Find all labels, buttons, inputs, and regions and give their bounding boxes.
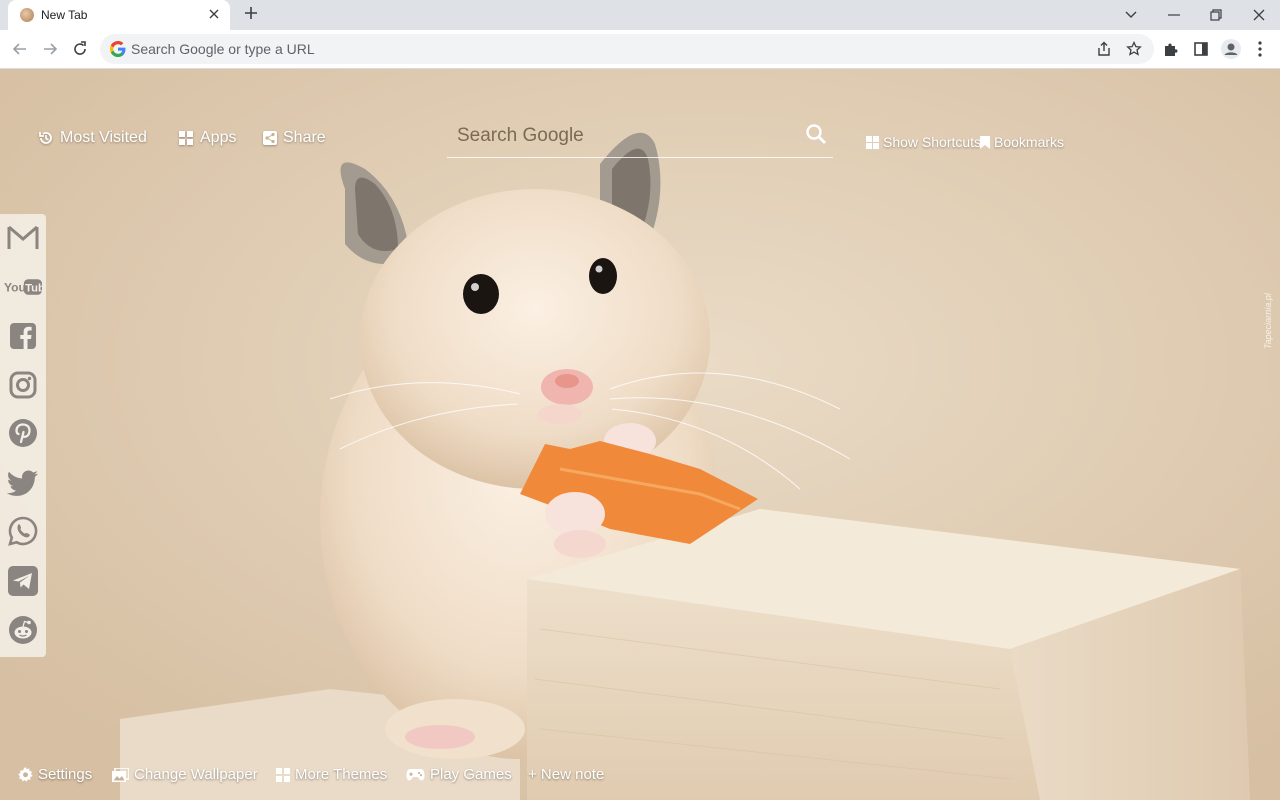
new-tab-button[interactable]	[240, 3, 262, 25]
change-wallpaper-label: Change Wallpaper	[134, 766, 258, 783]
gmail-icon[interactable]	[4, 219, 42, 257]
youtube-icon[interactable]: YouTube	[4, 268, 42, 306]
reload-icon[interactable]	[66, 35, 94, 63]
forward-icon[interactable]	[36, 35, 64, 63]
shortcuts-grid-icon	[866, 135, 879, 149]
omnibox-input[interactable]	[131, 34, 1031, 64]
share-icon	[263, 131, 277, 145]
tab-strip: New Tab	[0, 0, 1280, 30]
show-shortcuts-label: Show Shortcuts	[883, 134, 982, 150]
profile-avatar-icon[interactable]	[1217, 35, 1245, 63]
more-themes-label: More Themes	[295, 766, 388, 783]
more-themes-link[interactable]: More Themes	[276, 766, 387, 783]
menu-kebab-icon[interactable]	[1246, 35, 1274, 63]
whatsapp-icon[interactable]	[4, 512, 42, 550]
bookmark-icon	[980, 135, 990, 149]
new-note-link[interactable]: + New note	[528, 766, 604, 783]
gear-icon	[18, 767, 33, 782]
change-wallpaper-link[interactable]: Change Wallpaper	[112, 766, 258, 783]
most-visited-link[interactable]: Most Visited	[38, 129, 147, 147]
history-icon	[39, 132, 52, 144]
telegram-icon[interactable]	[4, 562, 42, 600]
restore-icon[interactable]	[1195, 0, 1237, 30]
wallpaper-image-icon	[112, 767, 129, 782]
close-tab-icon[interactable]	[206, 6, 222, 22]
minimize-icon[interactable]	[1153, 0, 1195, 30]
settings-label: Settings	[38, 766, 93, 783]
tab-title: New Tab	[41, 8, 88, 22]
settings-link[interactable]: Settings	[18, 766, 92, 783]
social-sidebar: YouTube	[0, 214, 46, 657]
hamster-favicon-icon	[20, 8, 34, 22]
hamster-wallpaper	[0, 69, 1280, 800]
apps-link[interactable]: Apps	[179, 129, 236, 147]
new-tab-page: Tapeciarnia.pl Most Visited Apps Share S…	[0, 69, 1280, 800]
new-note-label: + New note	[528, 766, 605, 783]
svg-text:Tube: Tube	[25, 282, 42, 294]
google-search-input[interactable]	[457, 121, 787, 151]
google-search-box[interactable]	[447, 115, 833, 158]
reddit-icon[interactable]	[4, 611, 42, 649]
show-shortcuts-link[interactable]: Show Shortcuts	[866, 134, 981, 150]
instagram-icon[interactable]	[4, 366, 42, 404]
wallpaper-watermark: Tapeciarnia.pl	[1263, 293, 1273, 349]
share-label: Share	[283, 129, 326, 146]
share-page-icon[interactable]	[1090, 35, 1118, 63]
omnibox[interactable]	[100, 34, 1154, 64]
svg-text:You: You	[4, 280, 26, 294]
side-panel-icon[interactable]	[1187, 35, 1215, 63]
gamepad-icon	[406, 769, 425, 781]
play-games-link[interactable]: Play Games	[406, 766, 512, 783]
browser-toolbar	[0, 30, 1280, 69]
twitter-icon[interactable]	[4, 464, 42, 502]
close-window-icon[interactable]	[1238, 0, 1280, 30]
play-games-label: Play Games	[430, 766, 512, 783]
themes-grid-icon	[276, 767, 290, 782]
search-icon[interactable]	[805, 123, 827, 145]
bookmarks-link[interactable]: Bookmarks	[980, 134, 1064, 150]
bookmarks-label: Bookmarks	[994, 134, 1065, 150]
tab-search-chevron-icon[interactable]	[1110, 0, 1152, 30]
google-g-icon	[110, 41, 126, 57]
extensions-puzzle-icon[interactable]	[1157, 35, 1185, 63]
most-visited-label: Most Visited	[60, 129, 147, 146]
bookmark-star-icon[interactable]	[1120, 35, 1148, 63]
apps-label: Apps	[200, 129, 237, 146]
apps-grid-icon	[179, 130, 193, 145]
tab-new-tab[interactable]: New Tab	[8, 0, 230, 30]
pinterest-icon[interactable]	[4, 414, 42, 452]
facebook-icon[interactable]	[4, 317, 42, 355]
back-icon[interactable]	[6, 35, 34, 63]
share-link[interactable]: Share	[263, 129, 326, 147]
